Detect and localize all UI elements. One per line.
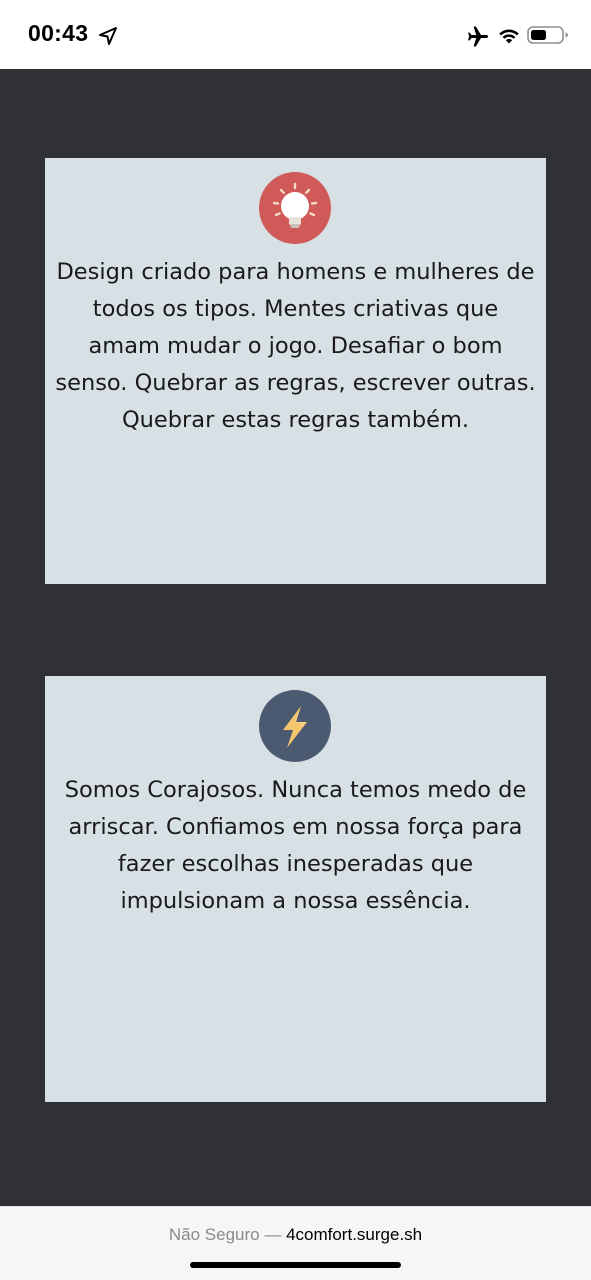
security-label: Não Seguro — xyxy=(168,1225,282,1244)
browser-address-bar[interactable]: Não Seguro — 4comfort.surge.sh xyxy=(0,1206,591,1280)
card-description: Design criado para homens e mulheres de … xyxy=(55,259,536,433)
location-arrow-icon xyxy=(98,26,118,46)
home-indicator[interactable] xyxy=(190,1262,401,1268)
domain-label: 4comfort.surge.sh xyxy=(286,1225,423,1244)
airplane-icon xyxy=(466,24,490,48)
status-time: 00:43 xyxy=(28,20,89,46)
status-bar: 00:43 xyxy=(0,0,591,69)
lightbulb-icon xyxy=(259,172,331,244)
url-display[interactable]: Não Seguro — 4comfort.surge.sh xyxy=(0,1225,591,1245)
lightning-bolt-icon xyxy=(259,690,331,762)
battery-icon xyxy=(527,25,569,45)
feature-card-design: Design criado para homens e mulheres de … xyxy=(45,158,546,584)
card-description: Somos Corajosos. Nunca temos medo de arr… xyxy=(64,777,527,914)
wifi-icon xyxy=(497,24,521,46)
feature-card-courage: Somos Corajosos. Nunca temos medo de arr… xyxy=(45,676,546,1102)
